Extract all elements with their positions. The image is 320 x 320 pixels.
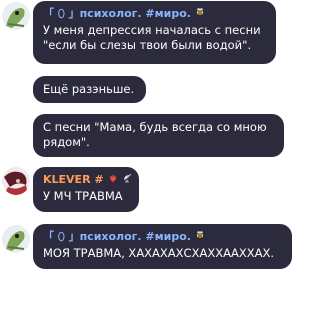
bee-icon xyxy=(195,230,205,244)
satellite-dish-icon xyxy=(122,173,134,187)
message-bubble[interactable]: Ещё разэньше. xyxy=(33,76,146,103)
message-text: У МЧ ТРАВМА xyxy=(43,189,123,203)
message-text: Ещё разэньше. xyxy=(43,82,135,96)
author-name[interactable]: KLEVER # xyxy=(43,173,131,187)
message-bubble[interactable]: KLEVER # У МЧ ТРАВМА xyxy=(33,167,139,212)
author-name[interactable]: 「 ⬯ 」психолог. #миро. xyxy=(43,7,266,21)
message-text: У меня депрессия началась с песни "если … xyxy=(43,23,261,52)
author-name[interactable]: 「 ⬯ 」психолог. #миро. xyxy=(43,230,282,244)
avatar-klever[interactable] xyxy=(2,167,30,195)
message-bubble[interactable]: 「 ⬯ 」психолог. #миро. У меня депрессия н… xyxy=(33,1,276,64)
message-bubble[interactable]: С песни "Мама, будь всегда со мною рядом… xyxy=(33,114,284,157)
message-bubble[interactable]: 「 ⬯ 」психолог. #миро. МОЯ ТРАВМА, ХАХАХА… xyxy=(33,224,292,269)
strawberry-icon xyxy=(108,173,118,187)
message-text: МОЯ ТРАВМА, ХАХАХАХСХАХХААХХАХ. xyxy=(43,246,274,260)
avatar-psychologist[interactable] xyxy=(2,2,30,30)
avatar-psychologist[interactable] xyxy=(2,225,30,253)
message-text: С песни "Мама, будь всегда со мною рядом… xyxy=(43,120,267,149)
bee-icon xyxy=(195,7,205,21)
